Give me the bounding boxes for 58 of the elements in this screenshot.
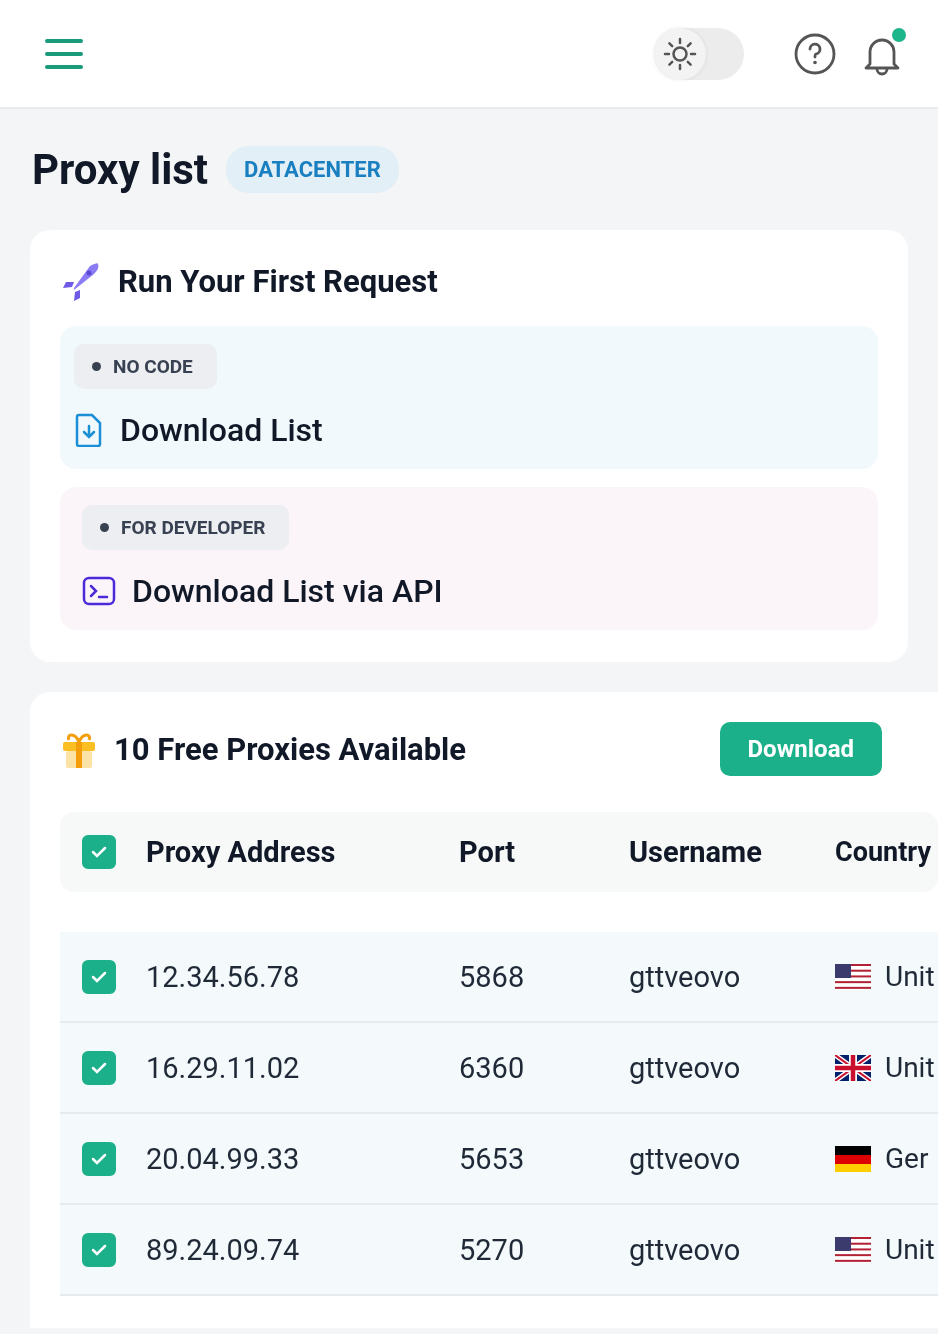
section-title: 10 Free Proxies Available (114, 730, 468, 768)
option-label: Download List via API (132, 572, 443, 610)
menu-icon (44, 37, 84, 70)
table-cell-text: 16.29.11.02 (146, 1050, 301, 1085)
table-row[interactable]: 20.04.99.33 5653 gttveovo Ger (60, 1114, 938, 1205)
file-download-icon (74, 413, 104, 447)
dot-icon (92, 362, 101, 371)
option-card[interactable]: FOR DEVELOPER Download List via API (60, 487, 878, 630)
column-header: Proxy Address (146, 835, 337, 869)
check-icon (91, 1152, 107, 1165)
table-cell-text: Unit (885, 1051, 936, 1084)
table-cell-text: 5868 (459, 959, 526, 994)
terminal-icon (82, 576, 116, 606)
checkbox[interactable] (82, 1141, 116, 1176)
checkbox[interactable] (82, 835, 116, 869)
menu-button[interactable] (44, 37, 84, 70)
check-icon (91, 1243, 107, 1256)
section-title: Run Your First Request (118, 262, 438, 300)
table-row[interactable]: 12.34.56.78 5868 gttveovo Unit (60, 932, 938, 1023)
table-cell-text: Unit (885, 960, 936, 993)
tag-label: NO CODE (113, 355, 193, 378)
check-icon (91, 1061, 107, 1074)
table-cell-text: 5270 (459, 1232, 526, 1267)
sun-icon (663, 36, 697, 71)
column-header: Port (459, 835, 517, 869)
german-flag-icon (835, 1145, 871, 1172)
help-icon (794, 32, 836, 75)
category-badge: DATACENTER (226, 146, 399, 193)
table-cell-text: gttveovo (629, 1141, 742, 1176)
table-row[interactable]: 89.24.09.74 5270 gttveovo Unit (60, 1205, 938, 1296)
tag-label: FOR DEVELOPER (121, 516, 266, 539)
table-cell-text: gttveovo (629, 1050, 742, 1085)
checkbox[interactable] (82, 1232, 116, 1267)
table-cell-text: 12.34.56.78 (146, 959, 301, 994)
table-cell-text: Ger (885, 1142, 930, 1175)
dot-icon (100, 523, 109, 532)
table-cell-text: Unit (885, 1233, 936, 1266)
table-cell-text: gttveovo (629, 959, 742, 994)
table-cell-text: 89.24.09.74 (146, 1232, 301, 1267)
check-icon (91, 846, 107, 858)
us-flag-icon (835, 963, 871, 990)
us-flag-icon (835, 1236, 871, 1263)
checkbox[interactable] (82, 959, 116, 994)
checkbox[interactable] (82, 1050, 116, 1085)
help-button[interactable] (794, 32, 836, 75)
table-cell-text: 6360 (459, 1050, 526, 1085)
table-row[interactable]: 16.29.11.02 6360 gttveovo Unit (60, 1023, 938, 1114)
option-card[interactable]: NO CODE Download List (60, 326, 878, 469)
option-label: Download List (120, 411, 323, 449)
uk-flag-icon (835, 1054, 871, 1081)
table-cell-text: 20.04.99.33 (146, 1141, 301, 1176)
theme-toggle[interactable] (654, 27, 744, 80)
check-icon (91, 970, 107, 983)
table-cell-text: gttveovo (629, 1232, 742, 1267)
column-header: Country (835, 836, 933, 868)
column-header: Username (629, 835, 763, 869)
table-cell-text: 5653 (459, 1141, 526, 1176)
page-title: Proxy list (32, 145, 209, 194)
